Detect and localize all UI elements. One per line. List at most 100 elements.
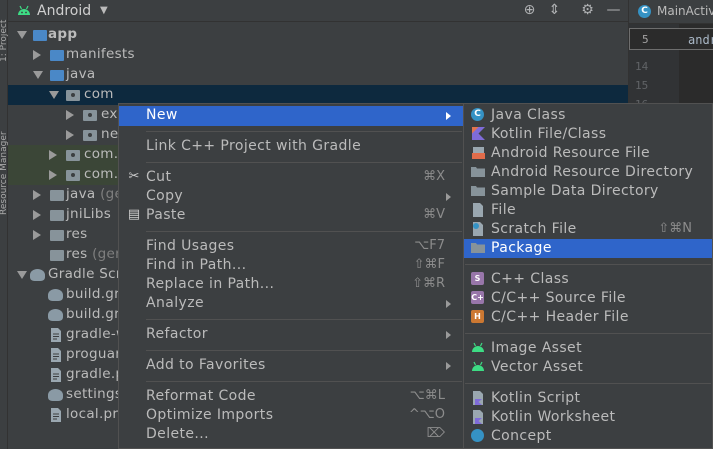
new-item-java-class[interactable]: C Java Class: [464, 106, 712, 125]
new-submenu: C Java Class Kotlin File/Class Android Reso…: [463, 103, 713, 449]
new-item-android-resource-directory[interactable]: Android Resource Directory: [464, 163, 712, 182]
gradle-icon: [48, 289, 63, 301]
menu-item-label: Scratch File: [491, 221, 577, 237]
menu-item-label: Sample Data Directory: [491, 183, 659, 199]
collapse-arrow-icon[interactable]: [33, 71, 43, 79]
new-item-kotlin-file-class[interactable]: Kotlin File/Class: [464, 125, 712, 144]
menu-separator: [465, 333, 711, 334]
menu-item-label: Android Resource File: [491, 145, 651, 161]
new-item-android-resource-file[interactable]: Android Resource File: [464, 144, 712, 163]
menu-separator: [146, 381, 462, 382]
folder-icon: [50, 230, 64, 241]
menu-item-new[interactable]: New: [119, 106, 463, 126]
menu-item-label: C/C++ Header File: [491, 309, 629, 325]
resource-manager-tool-tab[interactable]: Resource Manager: [0, 95, 8, 215]
chevron-down-icon[interactable]: ▼: [100, 5, 108, 16]
expand-arrow-icon[interactable]: [33, 210, 41, 220]
menu-item-cut[interactable]: ✂ Cut ⌘X: [119, 168, 463, 187]
expand-arrow-icon[interactable]: [49, 150, 57, 160]
collapse-arrow-icon[interactable]: [49, 91, 59, 99]
menu-item-reformat-code[interactable]: Reformat Code ⌥⌘L: [119, 387, 463, 406]
menu-item-label: Replace in Path...: [146, 276, 275, 292]
project-view-selector[interactable]: Android: [37, 3, 91, 19]
menu-item-label: Concept: [491, 428, 552, 444]
line-number: 15: [635, 79, 649, 92]
new-item-sample-data-directory[interactable]: Sample Data Directory: [464, 182, 712, 201]
menu-item-paste[interactable]: ▤ Paste ⌘V: [119, 206, 463, 225]
new-item-vector-asset[interactable]: Vector Asset: [464, 358, 712, 377]
new-item-image-asset[interactable]: Image Asset: [464, 339, 712, 358]
menu-item-replace-in-path[interactable]: Replace in Path... ⇧⌘R: [119, 275, 463, 294]
tree-node-com[interactable]: com: [8, 85, 628, 105]
menu-separator: [146, 231, 462, 232]
gear-icon[interactable]: ⚙: [579, 2, 596, 19]
expand-arrow-icon[interactable]: [33, 230, 41, 240]
menu-item-label: C++ Class: [491, 271, 570, 287]
cpp-source-icon: C+: [471, 291, 484, 304]
new-item-package[interactable]: Package: [464, 239, 712, 258]
menu-separator: [465, 264, 711, 265]
expand-arrow-icon[interactable]: [33, 190, 41, 200]
menu-item-delete[interactable]: Delete... ⌦: [119, 425, 463, 444]
menu-item-label: Find in Path...: [146, 257, 247, 273]
resource-file-icon: [471, 146, 485, 160]
menu-item-label: Delete...: [146, 426, 209, 442]
project-tool-tab[interactable]: 1: Project: [0, 2, 8, 62]
package-icon: [66, 150, 80, 161]
tree-node-label: gradle.p: [66, 366, 125, 382]
folder-icon: [50, 50, 64, 61]
collapse-arrow-icon[interactable]: [17, 271, 27, 279]
menu-item-link-c-project-with-gradle[interactable]: Link C++ Project with Gradle: [119, 137, 463, 156]
new-item-c-class[interactable]: S C++ Class: [464, 270, 712, 289]
hide-panel-icon[interactable]: —: [605, 2, 622, 19]
menu-item-find-usages[interactable]: Find Usages ⌥F7: [119, 237, 463, 256]
file-icon: [471, 203, 485, 217]
package-icon: [66, 90, 80, 101]
tree-node-java[interactable]: java: [8, 65, 628, 85]
expand-arrow-icon[interactable]: [49, 170, 57, 180]
menu-item-find-in-path[interactable]: Find in Path... ⇧⌘F: [119, 256, 463, 275]
expand-arrow-icon[interactable]: [33, 50, 41, 60]
menu-item-shortcut: ⇧⌘R: [412, 276, 445, 291]
new-item-file[interactable]: File: [464, 201, 712, 220]
menu-item-analyze[interactable]: Analyze: [119, 294, 463, 313]
file-icon: [51, 408, 61, 422]
collapse-arrow-icon[interactable]: [17, 31, 27, 39]
menu-item-copy[interactable]: Copy: [119, 187, 463, 206]
tree-node-app[interactable]: app: [8, 25, 628, 45]
expand-arrow-icon[interactable]: [66, 130, 74, 140]
menu-item-add-to-favorites[interactable]: Add to Favorites: [119, 356, 463, 375]
folder-icon: [50, 70, 64, 81]
menu-item-label: New: [146, 107, 178, 123]
menu-item-refactor[interactable]: Refactor: [119, 325, 463, 344]
editor-tab-main-activity[interactable]: C MainActivi: [629, 0, 713, 24]
locate-target-icon[interactable]: ⊕: [521, 2, 538, 19]
new-item-c-c-source-file[interactable]: C+ C/C++ Source File: [464, 289, 712, 308]
folder-icon: [33, 30, 47, 41]
menu-item-shortcut: ⇧⌘F: [413, 257, 445, 272]
menu-item-label: Kotlin Script: [491, 390, 581, 406]
menu-item-optimize-imports[interactable]: Optimize Imports ^⌥O: [119, 406, 463, 425]
new-item-kotlin-worksheet[interactable]: Kotlin Worksheet: [464, 408, 712, 427]
project-panel-header: Android ▼ ⊕ ⇕ ⚙ —: [8, 0, 628, 22]
folder-icon: [50, 250, 64, 261]
menu-separator: [146, 350, 462, 351]
menu-item-label: Cut: [146, 169, 172, 185]
folder-icon: [50, 210, 64, 221]
new-item-concept[interactable]: Concept: [464, 427, 712, 446]
menu-item-label: C/C++ Source File: [491, 290, 626, 306]
collapse-all-icon[interactable]: ⇕: [546, 2, 563, 19]
new-item-c-c-header-file[interactable]: H C/C++ Header File: [464, 308, 712, 327]
folder-icon: [50, 190, 64, 201]
package-icon: [83, 130, 97, 141]
package-icon: [83, 110, 97, 121]
line-number: 5: [642, 33, 649, 46]
tree-node-manifests[interactable]: manifests: [8, 45, 628, 65]
menu-separator: [146, 162, 462, 163]
expand-arrow-icon[interactable]: [66, 110, 74, 120]
submenu-arrow-icon: [446, 112, 451, 120]
new-item-kotlin-script[interactable]: Kotlin Script: [464, 389, 712, 408]
tree-node-label: manifests: [66, 46, 135, 62]
tree-node-label: java: [66, 66, 96, 82]
new-item-scratch-file[interactable]: Scratch File ⇧⌘N: [464, 220, 712, 239]
